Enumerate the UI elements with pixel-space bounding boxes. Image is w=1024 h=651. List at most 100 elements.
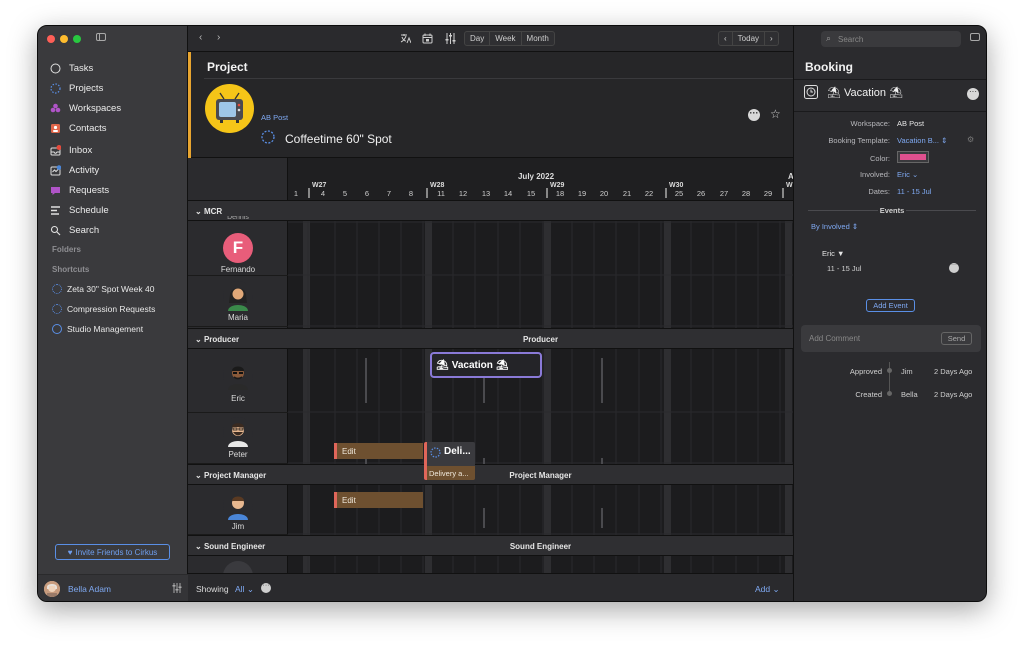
gear-icon[interactable]: ⚙ xyxy=(967,135,974,144)
delivery-ring-icon xyxy=(430,447,441,458)
settings-sliders-icon[interactable] xyxy=(172,583,182,593)
group-row-producer[interactable]: ⌄ Producer Producer xyxy=(188,328,793,349)
sidebar-item-schedule[interactable]: Schedule xyxy=(50,205,109,216)
filter-value: All xyxy=(235,584,245,594)
translate-icon[interactable] xyxy=(400,33,411,44)
day-label[interactable]: 21 xyxy=(623,189,631,198)
sidebar-item-projects[interactable]: Projects xyxy=(50,83,103,94)
person-row-fernando[interactable]: F Fernando xyxy=(188,224,288,276)
minimize-window-button[interactable] xyxy=(60,35,68,43)
booking-vacation[interactable]: ⛱ Vacation ⛱ xyxy=(430,352,542,378)
filter-dropdown[interactable]: All ⌄ xyxy=(235,584,254,595)
day-label[interactable]: 20 xyxy=(600,189,608,198)
day-label[interactable]: 19 xyxy=(578,189,586,198)
project-workspace[interactable]: AB Post xyxy=(261,113,288,122)
send-button[interactable]: Send xyxy=(941,332,972,345)
forward-chevron-icon[interactable]: › xyxy=(217,32,220,43)
day-label[interactable]: 4 xyxy=(321,189,325,198)
day-label[interactable]: 28 xyxy=(742,189,750,198)
person-row-maria[interactable]: Maria xyxy=(188,276,288,327)
view-day-button[interactable]: Day xyxy=(465,32,491,45)
shortcut-item[interactable]: Compression Requests xyxy=(52,304,155,314)
week-label: W28 xyxy=(430,182,445,189)
person-row-jim[interactable]: Jim xyxy=(188,486,288,535)
avatar-fernando: F xyxy=(223,233,253,263)
shortcut-item[interactable]: Studio Management xyxy=(52,324,143,334)
prev-period-button[interactable]: ‹ xyxy=(719,32,733,45)
filter-sliders-icon[interactable] xyxy=(445,33,456,44)
add-dropdown[interactable]: Add ⌄ xyxy=(755,584,780,595)
day-label[interactable]: 1 xyxy=(294,189,298,198)
next-period-button[interactable]: › xyxy=(765,32,778,45)
sidebar-item-tasks[interactable]: Tasks xyxy=(50,63,93,74)
dotted-circle-icon xyxy=(50,83,61,94)
view-week-button[interactable]: Week xyxy=(490,32,522,45)
person-row-eric[interactable]: Eric xyxy=(188,350,288,413)
view-month-button[interactable]: Month xyxy=(522,32,554,45)
day-label[interactable]: 15 xyxy=(527,189,535,198)
more-options-icon[interactable]: ··· xyxy=(967,88,979,100)
star-icon[interactable]: ☆ xyxy=(770,107,781,121)
color-swatch[interactable] xyxy=(897,151,929,163)
person-row-peter[interactable]: Peter xyxy=(188,413,288,464)
sidebar-item-search[interactable]: Search xyxy=(50,225,99,236)
day-label[interactable]: 29 xyxy=(764,189,772,198)
day-label[interactable]: 11 xyxy=(437,189,445,198)
calendar-icon[interactable] xyxy=(422,33,433,44)
day-label[interactable]: 18 xyxy=(556,189,564,198)
template-dropdown[interactable]: Vacation B... ⇕ xyxy=(897,136,947,145)
booking-edit-peter[interactable]: Edit xyxy=(334,443,423,459)
back-chevron-icon[interactable]: ‹ xyxy=(199,32,202,43)
week-marker xyxy=(426,188,428,198)
add-event-button[interactable]: Add Event xyxy=(866,299,915,312)
day-label[interactable]: 13 xyxy=(482,189,490,198)
more-options-icon[interactable]: ··· xyxy=(261,582,271,593)
dates-value[interactable]: 11 - 15 Jul xyxy=(897,187,931,196)
sidebar-item-contacts[interactable]: Contacts xyxy=(50,123,107,134)
sidebar-item-requests[interactable]: Requests xyxy=(50,185,109,196)
comment-input[interactable]: Add Comment Send xyxy=(801,325,981,352)
day-label[interactable]: 8 xyxy=(409,189,413,198)
booking-edit-jim[interactable]: Edit xyxy=(334,492,423,508)
sidebar-toggle-icon[interactable] xyxy=(96,33,106,41)
day-label[interactable]: 25 xyxy=(675,189,683,198)
day-label[interactable]: 7 xyxy=(387,189,391,198)
search-input[interactable]: ⌕ Search xyxy=(821,31,961,47)
day-label[interactable]: 14 xyxy=(504,189,512,198)
group-row-sound-engineer[interactable]: ⌄ Sound Engineer Sound Engineer xyxy=(188,535,793,556)
more-options-icon[interactable]: ··· xyxy=(949,262,959,273)
person-row-sound-engineer[interactable] xyxy=(188,557,288,573)
sidebar-item-label: Inbox xyxy=(69,145,93,156)
panel-toggle-icon[interactable] xyxy=(970,33,980,41)
booking-panel: ⌕ Search Booking ⛱ Vacation ⛱ ··· Worksp… xyxy=(793,26,986,601)
involved-dropdown[interactable]: Eric ⌄ xyxy=(897,170,918,179)
invite-friends-button[interactable]: ♥ Invite Friends to Cirkus xyxy=(55,544,170,560)
day-label[interactable]: 6 xyxy=(365,189,369,198)
day-label[interactable]: 5 xyxy=(343,189,347,198)
booking-name: ⛱ Vacation ⛱ xyxy=(827,86,903,99)
today-button[interactable]: Today xyxy=(733,32,766,45)
zoom-window-button[interactable] xyxy=(73,35,81,43)
booking-delivery[interactable]: Deli... Delivery a... xyxy=(424,442,475,480)
event-person[interactable]: Eric ▼ xyxy=(822,249,844,258)
shortcut-label: Zeta 30" Spot Week 40 xyxy=(67,284,155,294)
sidebar-item-inbox[interactable]: Inbox xyxy=(50,145,92,156)
user-avatar[interactable] xyxy=(44,581,60,597)
user-name[interactable]: Bella Adam xyxy=(68,584,111,594)
search-icon: ⌕ xyxy=(826,33,832,43)
day-label[interactable]: 22 xyxy=(645,189,653,198)
day-label[interactable]: 26 xyxy=(697,189,705,198)
person-name: Fernando xyxy=(220,265,256,274)
shortcut-item[interactable]: Zeta 30" Spot Week 40 xyxy=(52,284,154,294)
sidebar-item-workspaces[interactable]: Workspaces xyxy=(50,103,121,114)
close-window-button[interactable] xyxy=(47,35,55,43)
group-by-dropdown[interactable]: By Involved ⇕ xyxy=(811,222,858,231)
beach-umbrella-icon: ⛱ xyxy=(827,87,841,99)
sidebar-item-label: Projects xyxy=(69,83,104,94)
requests-icon xyxy=(50,185,61,196)
more-options-icon[interactable]: ··· xyxy=(748,109,760,121)
sidebar-item-activity[interactable]: Activity xyxy=(50,165,99,176)
day-label[interactable]: 27 xyxy=(720,189,728,198)
day-label[interactable]: 12 xyxy=(459,189,467,198)
group-row-project-manager[interactable]: ⌄ Project Manager Project Manager xyxy=(188,464,793,485)
